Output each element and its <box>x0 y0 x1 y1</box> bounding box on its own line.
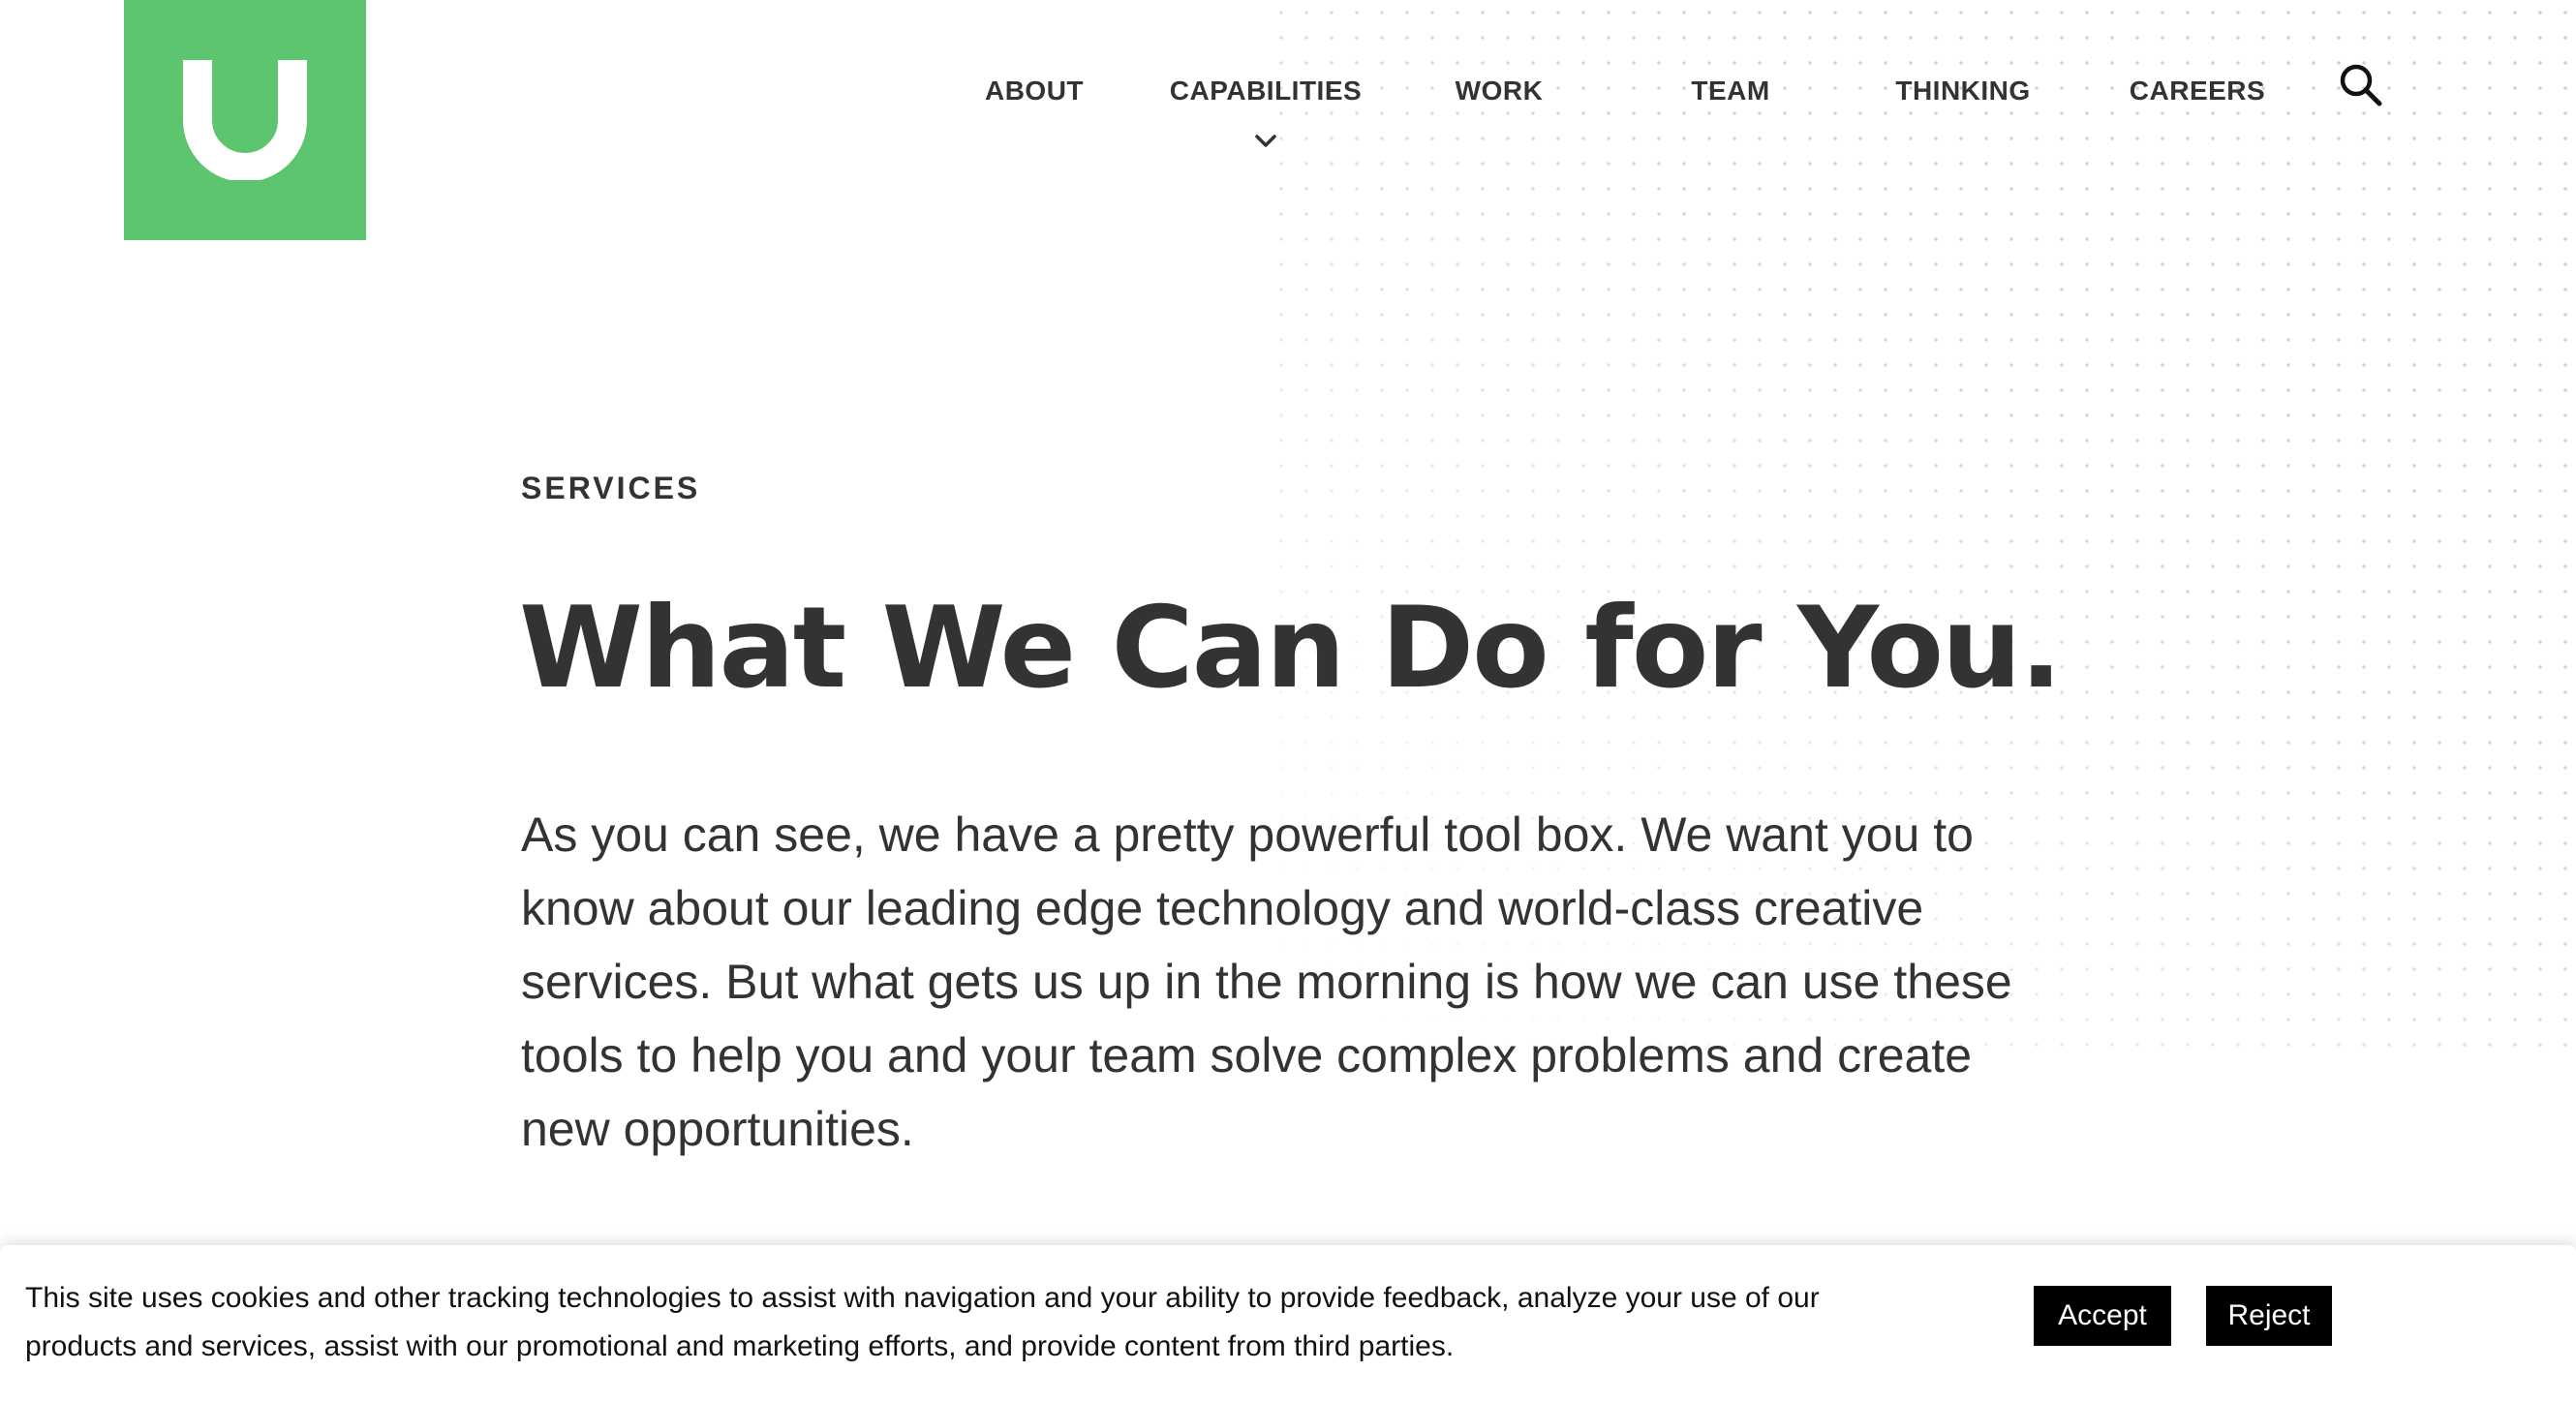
intro-paragraph: As you can see, we have a pretty powerfu… <box>521 808 2012 1156</box>
logo-u-mark <box>183 60 307 180</box>
site-logo[interactable] <box>124 0 366 240</box>
nav-item-team[interactable]: TEAM <box>1691 76 1769 107</box>
reject-cookies-button[interactable]: Reject <box>2206 1286 2332 1346</box>
nav-item-careers[interactable]: CAREERS <box>2130 76 2265 107</box>
nav-item-about[interactable]: ABOUT <box>985 76 1084 107</box>
search-icon[interactable] <box>2338 62 2384 108</box>
page-title: What We Can Do for You. <box>519 583 2063 714</box>
section-eyebrow: SERVICES <box>521 471 701 505</box>
accept-cookies-button[interactable]: Accept <box>2034 1286 2171 1346</box>
cookie-banner: This site uses cookies and other trackin… <box>0 1245 2576 1402</box>
nav-item-thinking[interactable]: THINKING <box>1895 76 2030 107</box>
chevron-down-icon[interactable] <box>1254 132 1277 151</box>
cookie-banner-text: This site uses cookies and other trackin… <box>25 1282 1820 1362</box>
nav-item-work[interactable]: WORK <box>1456 76 1544 107</box>
nav-item-capabilities[interactable]: CAPABILITIES <box>1170 76 1362 107</box>
